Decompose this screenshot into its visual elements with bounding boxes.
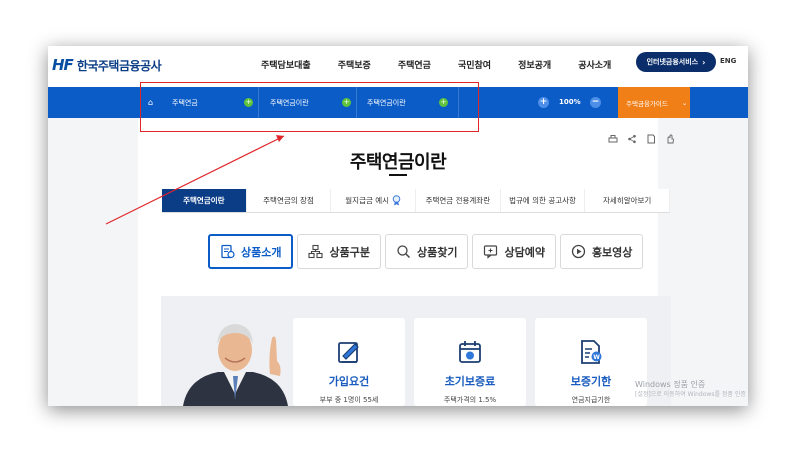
card-title: 초기보증료	[444, 375, 496, 388]
chevron-down-icon: ⌄	[681, 98, 688, 107]
tab-pension-benefits[interactable]: 주택연금의 장점	[247, 189, 332, 212]
subtab-label: 상품소개	[241, 245, 282, 259]
feature-card-eligibility[interactable]: 가입요건 부부 중 1명이 55세	[293, 318, 405, 406]
internet-service-label: 인터넷금융서비스	[646, 58, 699, 66]
tab-label: 주택연금의 장점	[263, 196, 314, 205]
watermark-line1: Windows 정품 인증	[635, 380, 706, 389]
subtab-label: 상품찾기	[416, 245, 458, 259]
print-icon[interactable]	[608, 134, 618, 144]
card-description: 부부 중 1명이 55세	[319, 396, 379, 404]
watermark-line2: [설정]으로 이동하여 Windows를 정품 인증	[635, 391, 746, 398]
content-tabs: 주택연금이란 주택연금의 장점 월지급금 예시 주택연금 전용계좌란 법규에 의…	[162, 189, 671, 213]
subtab-product-search[interactable]: 상품찾기	[384, 234, 469, 269]
card-title: 가입요건	[328, 375, 370, 388]
nav-item-pension[interactable]: 주택연금	[398, 58, 431, 71]
zoom-level: 100%	[559, 98, 581, 106]
hierarchy-icon	[308, 244, 324, 259]
utility-icons	[608, 134, 675, 144]
bookmark-document-icon[interactable]	[646, 134, 656, 144]
browser-viewport: HF 한국주택금융공사 주택담보대출 주택보증 주택연금 국민참여 정보공개 공…	[48, 46, 748, 406]
svg-text:W: W	[593, 354, 600, 361]
medal-icon	[392, 195, 401, 206]
tab-label: 법규에 의한 공고사항	[509, 196, 576, 205]
subtab-label: 홍보영상	[591, 245, 633, 259]
tab-learn-more[interactable]: 자세히알아보기	[585, 189, 671, 212]
logo-text: 한국주택금융공사	[76, 58, 162, 73]
global-nav: 주택담보대출 주택보증 주택연금 국민참여 정보공개 공사소개	[261, 58, 638, 71]
document-badge-icon	[221, 244, 235, 259]
sub-tabs: 상품소개 상품구분 상품찾기 상담예약 홍보영상	[208, 234, 644, 269]
nav-item-about[interactable]: 공사소개	[578, 58, 611, 71]
subtab-promo-video[interactable]: 홍보영상	[559, 234, 644, 269]
card-title: 보증기한	[570, 375, 612, 388]
internet-service-button[interactable]: 인터넷금융서비스 ›	[636, 52, 716, 72]
site-logo[interactable]: HF 한국주택금융공사	[52, 56, 162, 74]
tab-label: 주택연금 전용계좌란	[425, 196, 491, 205]
calendar-coin-icon	[459, 341, 481, 363]
tab-legal-notice[interactable]: 법규에 의한 공고사항	[501, 189, 586, 212]
nav-item-participation[interactable]: 국민참여	[458, 58, 491, 71]
tab-pension-intro[interactable]: 주택연금이란	[162, 189, 247, 212]
consult-icon	[484, 245, 498, 259]
pen-document-icon	[338, 342, 359, 363]
title-underline	[389, 174, 407, 176]
page-title: 주택연금이란	[349, 152, 447, 173]
spokesperson-photo	[183, 324, 288, 406]
tab-label: 주택연금이란	[183, 196, 225, 205]
windows-activation-watermark: Windows 정품 인증 [설정]으로 이동하여 Windows를 정품 인증	[635, 380, 746, 400]
hand-pointer-icon[interactable]	[665, 134, 675, 144]
logo-mark: HF	[52, 56, 74, 74]
share-icon[interactable]	[627, 134, 637, 144]
subtab-consult-booking[interactable]: 상담예약	[472, 234, 556, 269]
zoom-in-button[interactable]: +	[538, 97, 549, 108]
housing-finance-guide-dropdown[interactable]: 주택금융가이드 ⌄	[618, 87, 690, 118]
feature-card-initial-fee[interactable]: 초기보증료 주택가격의 1.5%	[414, 318, 526, 406]
subtab-product-types[interactable]: 상품구분	[297, 234, 381, 269]
tab-dedicated-account[interactable]: 주택연금 전용계좌란	[416, 189, 501, 212]
nav-item-mortgage[interactable]: 주택담보대출	[261, 58, 311, 71]
card-description: 연금지급기한	[571, 396, 611, 404]
subtab-label: 상품구분	[329, 245, 370, 259]
won-document-icon: W	[581, 340, 602, 364]
tab-label: 자세히알아보기	[603, 196, 652, 205]
nav-item-guarantee[interactable]: 주택보증	[338, 58, 371, 71]
guide-label: 주택금융가이드	[626, 99, 668, 108]
annotation-highlight-box	[140, 82, 479, 132]
tab-monthly-payment[interactable]: 월지급금 예시	[331, 189, 417, 212]
subtab-label: 상담예약	[504, 245, 545, 259]
subtab-product-intro[interactable]: 상품소개	[208, 234, 294, 269]
tab-label: 월지급금 예시	[345, 196, 390, 205]
feature-card-guarantee-period[interactable]: W 보증기한 연금지급기한	[535, 318, 647, 406]
nav-item-disclosure[interactable]: 정보공개	[518, 58, 551, 71]
language-link[interactable]: ENG	[720, 57, 736, 65]
play-icon	[571, 244, 586, 259]
site-header: HF 한국주택금융공사 주택담보대출 주택보증 주택연금 국민참여 정보공개 공…	[48, 46, 748, 87]
chevron-right-icon: ›	[702, 57, 706, 67]
card-description: 주택가격의 1.5%	[443, 396, 497, 404]
magnifier-icon	[397, 245, 410, 259]
zoom-out-button[interactable]: −	[590, 97, 601, 108]
